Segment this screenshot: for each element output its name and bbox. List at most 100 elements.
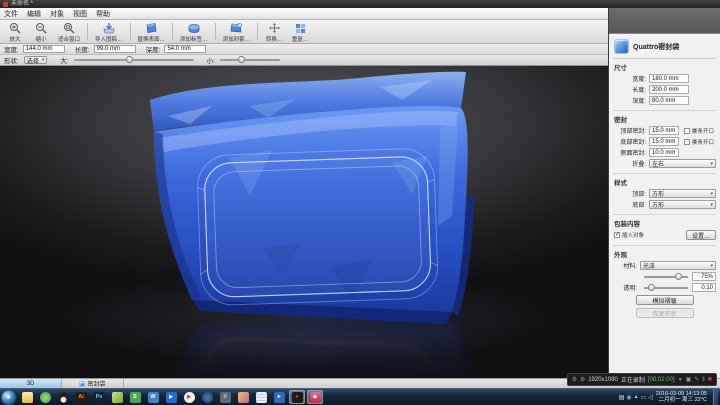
size-depth-field[interactable]: 80.0 mm [649,96,689,105]
zoom-out-icon [35,22,47,34]
insert-object-label: 插入对象 [622,231,644,239]
recorder-settings-icon[interactable]: ⚙ [572,376,577,383]
chevron-down-icon: ▾ [710,161,713,167]
menu-file[interactable]: 文件 [4,9,18,19]
gloss-slider[interactable] [644,276,688,278]
taskbar-illustrator[interactable]: Ai [73,390,89,404]
recorder-pause-icon[interactable]: ‖ [702,377,704,383]
taskbar-screen-recorder[interactable]: ● [289,390,305,404]
repeat-button[interactable]: 重复… [287,20,313,43]
taskbar-360-safe[interactable] [37,390,53,404]
tray-volume-icon[interactable]: ◁ [648,394,653,401]
style-top-select[interactable]: 方形 ▾ [649,189,716,198]
zoom-in-button[interactable]: 放大 [2,20,28,43]
taskbar-paint-app[interactable] [235,390,251,404]
quattro-bag-model [150,72,474,324]
taskbar-player-blue[interactable]: ▶ [163,390,179,404]
tray-folder-icon[interactable]: ▤ [619,394,625,401]
tab-bag[interactable]: 密封袋 [62,379,124,388]
taskbar-s-app[interactable]: S [127,390,143,404]
style-bottom-label: 底部: [613,200,646,209]
recorder-snapshot-icon[interactable]: ▣ [686,376,692,383]
bottom-tear-checkbox[interactable] [684,139,690,145]
toolbar-separator [172,23,173,40]
menu-view[interactable]: 视图 [73,9,87,19]
insert-object-checkbox[interactable] [614,232,620,238]
transparency-slider-thumb[interactable] [648,284,655,291]
panel-top-strip [609,8,720,33]
taskbar-notes-app[interactable] [253,390,269,404]
taskbar-player-red[interactable]: ▶ [181,390,197,404]
material-select[interactable]: 光泽 ▾ [640,261,716,270]
gloss-slider-thumb[interactable] [675,273,682,280]
style-bottom-select[interactable]: 方形 ▾ [649,200,716,209]
menu-edit[interactable]: 编辑 [27,9,41,19]
taskbar-green-app[interactable] [109,390,125,404]
taskbar-qq[interactable] [55,390,71,404]
tray-upload-icon[interactable]: ▲ [634,394,639,400]
menu-object[interactable]: 对象 [50,9,64,19]
recorder-pen-icon[interactable]: ✎ [694,376,699,383]
restore-shape-button: 恢复形状 [636,308,694,318]
turn-flip-button[interactable]: 转换… [261,20,287,43]
taskbar-photoshop[interactable]: Ps [91,390,107,404]
simulate-wrinkles-button[interactable]: 模拟褶皱 [636,295,694,305]
width-field[interactable]: 144.0 mm [23,45,65,53]
recorder-stop-icon[interactable]: ■ [708,376,712,383]
small-slider[interactable] [220,59,280,61]
shape-label: 形状: [4,55,19,65]
menu-help[interactable]: 帮助 [96,9,110,19]
depth-field[interactable]: 54.0 mm [164,45,206,53]
start-button[interactable]: ❖ [2,391,15,404]
recorder-status: 正在录制 [621,375,645,384]
leaf-icon [112,392,123,403]
zoom-in-label: 放大 [9,35,20,43]
fold-select[interactable]: 左右 ▾ [649,159,716,168]
length-field[interactable]: 99.0 mm [94,45,136,53]
top-tear-checkbox[interactable] [684,128,690,134]
taskbar-w-app[interactable]: W [145,390,161,404]
transparency-value[interactable]: 0.10 [692,283,716,292]
transparency-slider[interactable] [644,287,688,289]
dimensions-bar: 宽度: 144.0 mm 长度: 99.0 mm 深度: 54.0 mm [0,44,608,55]
taskbar-pointer-app[interactable]: ➤ [271,390,287,404]
big-slider-thumb[interactable] [126,56,133,63]
big-slider[interactable] [74,59,194,61]
recorder-zoom-icon[interactable]: ⊕ [580,376,585,383]
taskbar-browser[interactable] [199,390,215,404]
s-letter-icon: S [130,392,141,403]
side-seal-field[interactable]: 10.0 mm [649,148,679,157]
style-bottom-value: 方形 [652,200,664,209]
taskbar-studio-toolkit[interactable]: ◆ [307,390,323,404]
toolbar-separator [215,23,216,40]
small-slider-thumb[interactable] [238,56,245,63]
add-label-button[interactable]: 添加标签… [176,20,212,43]
tray-network-icon[interactable]: ◉ [626,394,631,401]
taskbar-explorer[interactable] [19,390,35,404]
fit-window-button[interactable]: 适合窗口 [54,20,84,43]
add-sleeve-button[interactable]: 添加封套… [219,20,255,43]
repeat-label: 重复… [292,35,309,43]
show-desktop-button[interactable] [713,389,718,405]
zoom-out-button[interactable]: 缩小 [28,20,54,43]
3d-viewport[interactable] [0,66,608,378]
taskbar-list-app[interactable]: ≡ [217,390,233,404]
w-letter-icon: W [148,392,159,403]
right-panel: Quattro密封袋 尺寸 宽度:180.0 mm 长度:200.0 mm 深度… [608,8,720,378]
recorder-resolution: 1920x1080 [588,377,618,383]
tray-display-icon[interactable]: ▭ [641,394,647,401]
size-width-field[interactable]: 180.0 mm [649,74,689,83]
replace-surface-button[interactable]: 替换表面… [134,20,170,43]
tab-3d[interactable]: 3D [0,379,62,388]
shape-select[interactable]: 选择 ▾ [24,56,48,64]
settings-button[interactable]: 设置… [686,230,716,240]
size-length-field[interactable]: 200.0 mm [649,85,689,94]
width-label: 宽度: [4,44,19,54]
import-artwork-button[interactable]: 导入图稿… [91,20,127,43]
gloss-value[interactable]: 75% [692,272,716,281]
taskbar-clock[interactable]: 2016-03-09 14:13:05 二月初一 周三 22°C [656,391,710,404]
recorder-dropdown-icon[interactable]: ▼ [678,377,683,383]
top-seal-field[interactable]: 15.0 mm [649,126,679,135]
seal-heading: 密封 [614,114,716,124]
bottom-seal-field[interactable]: 15.0 mm [649,137,679,146]
